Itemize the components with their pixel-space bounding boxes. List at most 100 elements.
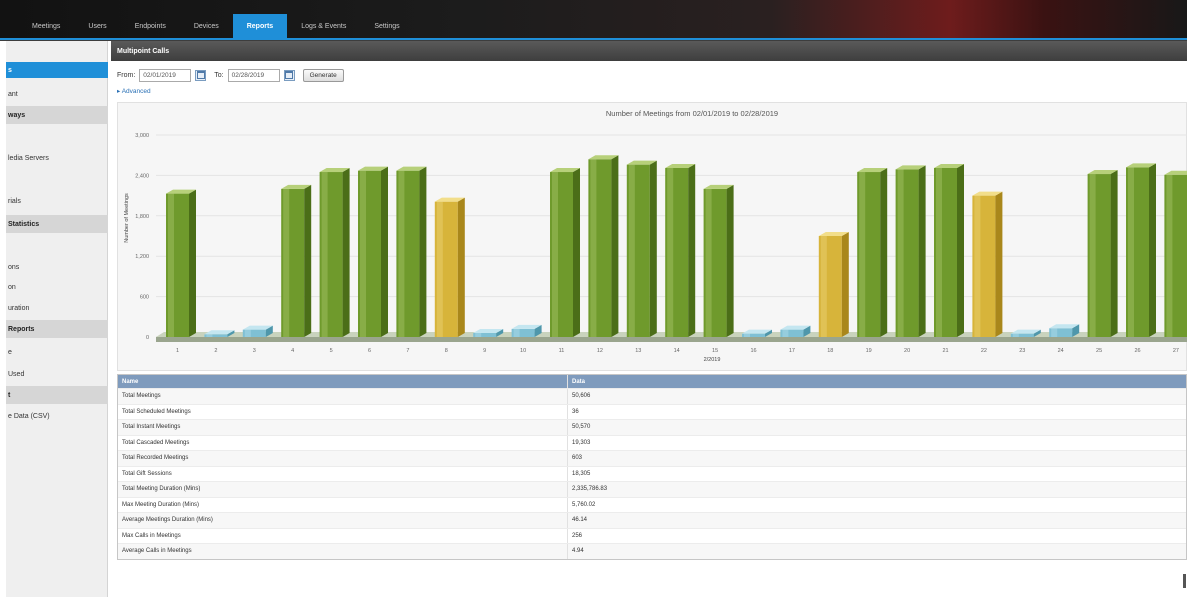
- top-navigation-bar: Meetings Users Endpoints Devices Reports…: [0, 0, 1187, 41]
- tab-logs-events[interactable]: Logs & Events: [287, 14, 360, 38]
- bar-side: [304, 184, 312, 337]
- sidebar-section-statistics[interactable]: Statistics: [6, 215, 108, 233]
- chart-title: Number of Meetings from 02/01/2019 to 02…: [606, 109, 778, 118]
- meetings-bar-chart: Number of Meetings from 02/01/2019 to 02…: [117, 102, 1187, 371]
- x-tick-label: 2: [214, 348, 217, 354]
- row-name-cell: Average Meetings Duration (Mins): [118, 513, 568, 528]
- x-tick-label: 21: [942, 348, 948, 354]
- x-tick-label: 13: [635, 348, 641, 354]
- bar-highlight: [1012, 333, 1019, 337]
- row-data-cell: 46.14: [572, 517, 588, 524]
- bar-highlight: [552, 172, 558, 337]
- bar-side: [419, 166, 427, 337]
- tab-meetings[interactable]: Meetings: [18, 14, 74, 38]
- x-tick-label: 17: [789, 348, 795, 354]
- table-row: Total Scheduled Meetings 36: [118, 403, 1186, 419]
- bar-side: [918, 165, 926, 337]
- sidebar-item-duration[interactable]: uration: [6, 300, 108, 316]
- x-tick-label: 7: [406, 348, 409, 354]
- x-tick-label: 23: [1019, 348, 1025, 354]
- bar-side: [1149, 163, 1156, 337]
- x-tick-label: 20: [904, 348, 910, 354]
- row-data-cell: 2,335,786.83: [572, 486, 608, 493]
- x-tick-label: 19: [866, 348, 872, 354]
- column-header-data[interactable]: Data: [568, 375, 1186, 388]
- advanced-toggle-link[interactable]: ▸ Advanced: [117, 87, 151, 95]
- bar-highlight: [859, 172, 866, 337]
- bar-side: [381, 166, 388, 337]
- row-data-cell: 19,303: [572, 439, 591, 446]
- from-date-input[interactable]: 02/01/2019: [139, 68, 192, 82]
- summary-table: Name Data Total Meetings 50,606 Total Sche…: [117, 374, 1187, 560]
- sidebar-item-used[interactable]: Used: [6, 366, 108, 382]
- bar-highlight: [628, 164, 635, 337]
- table-row: Total Recorded Meetings 603: [118, 450, 1186, 466]
- tab-endpoints[interactable]: Endpoints: [121, 14, 180, 38]
- row-name-cell: Max Calls in Meetings: [118, 528, 568, 543]
- bar-side: [957, 163, 964, 337]
- tab-reports[interactable]: Reports: [232, 14, 288, 38]
- x-tick-label: 15: [712, 348, 718, 354]
- bar-highlight: [974, 195, 981, 337]
- y-tick-label: 2,400: [135, 173, 149, 179]
- bar-highlight: [360, 170, 366, 337]
- x-tick-label: 6: [368, 348, 371, 354]
- row-data-cell: 256: [572, 532, 583, 539]
- row-data-cell: 18,305: [572, 470, 591, 477]
- sidebar-item[interactable]: ons: [6, 259, 108, 275]
- calendar-icon[interactable]: [283, 69, 295, 81]
- calendar-icon[interactable]: [195, 69, 207, 81]
- x-axis-label: 2/2019: [704, 357, 721, 363]
- table-row: Total Instant Meetings 50,570: [118, 419, 1186, 435]
- table-row: Average Calls in Meetings 4.94: [118, 543, 1186, 559]
- sidebar-section-reports[interactable]: Reports: [6, 320, 108, 338]
- row-name-cell: Max Meeting Duration (Mins): [118, 497, 568, 512]
- bar-side: [726, 184, 734, 337]
- table-row: Max Meeting Duration (Mins) 5,760.02: [118, 496, 1186, 512]
- bar-highlight: [244, 329, 251, 337]
- panel-title: Multipoint Calls: [111, 41, 1187, 61]
- row-data-cell: 50,570: [572, 424, 591, 431]
- tab-users[interactable]: Users: [74, 14, 120, 38]
- x-tick-label: 16: [750, 348, 756, 354]
- bar-side: [611, 155, 619, 337]
- sidebar-section[interactable]: t: [6, 386, 108, 404]
- bar-side: [573, 168, 580, 337]
- bar-highlight: [705, 188, 712, 337]
- row-data-cell: 5,760.02: [572, 501, 596, 508]
- nav-accent-line: [0, 38, 1187, 40]
- sidebar: s ant ways ledia Servers rials Statistic…: [6, 41, 108, 597]
- date-filter-row: From: 02/01/2019 To: 02/28/2019 Generate: [117, 68, 344, 82]
- bar-highlight: [782, 329, 789, 337]
- bar-highlight: [1089, 174, 1096, 337]
- bar-highlight: [1166, 174, 1173, 337]
- table-row: Max Calls in Meetings 256: [118, 527, 1186, 543]
- tab-devices[interactable]: Devices: [180, 14, 233, 38]
- sidebar-item[interactable]: ant: [6, 86, 108, 102]
- chart-canvas: Number of Meetings from 02/01/2019 to 02…: [124, 109, 1187, 363]
- sidebar-section-gateways[interactable]: ways: [6, 106, 108, 124]
- row-data-cell: 50,606: [572, 393, 591, 400]
- generate-button[interactable]: Generate: [302, 68, 344, 82]
- bar-side: [342, 168, 350, 337]
- sidebar-item[interactable]: rials: [6, 193, 108, 209]
- x-tick-label: 24: [1058, 348, 1064, 354]
- to-date-input[interactable]: 02/28/2019: [227, 68, 280, 82]
- sidebar-item-selected[interactable]: s: [6, 62, 108, 78]
- x-tick-label: 11: [559, 348, 565, 354]
- sidebar-item-media-servers[interactable]: ledia Servers: [6, 150, 108, 166]
- column-header-name[interactable]: Name: [118, 375, 568, 388]
- to-label: To:: [214, 71, 224, 79]
- tab-settings[interactable]: Settings: [360, 14, 413, 38]
- sidebar-item[interactable]: e: [6, 344, 108, 360]
- bar-highlight: [590, 159, 597, 337]
- bar-highlight: [667, 167, 674, 337]
- table-header-row: Name Data: [118, 375, 1186, 388]
- sidebar-item[interactable]: on: [6, 279, 108, 295]
- sidebar-item-export-data-csv[interactable]: e Data (CSV): [6, 408, 108, 424]
- scrollbar-handle[interactable]: [1183, 574, 1186, 588]
- bar-highlight: [820, 236, 827, 337]
- bar-side: [995, 191, 1003, 337]
- bar-side: [649, 160, 657, 337]
- x-tick-label: 18: [827, 348, 833, 354]
